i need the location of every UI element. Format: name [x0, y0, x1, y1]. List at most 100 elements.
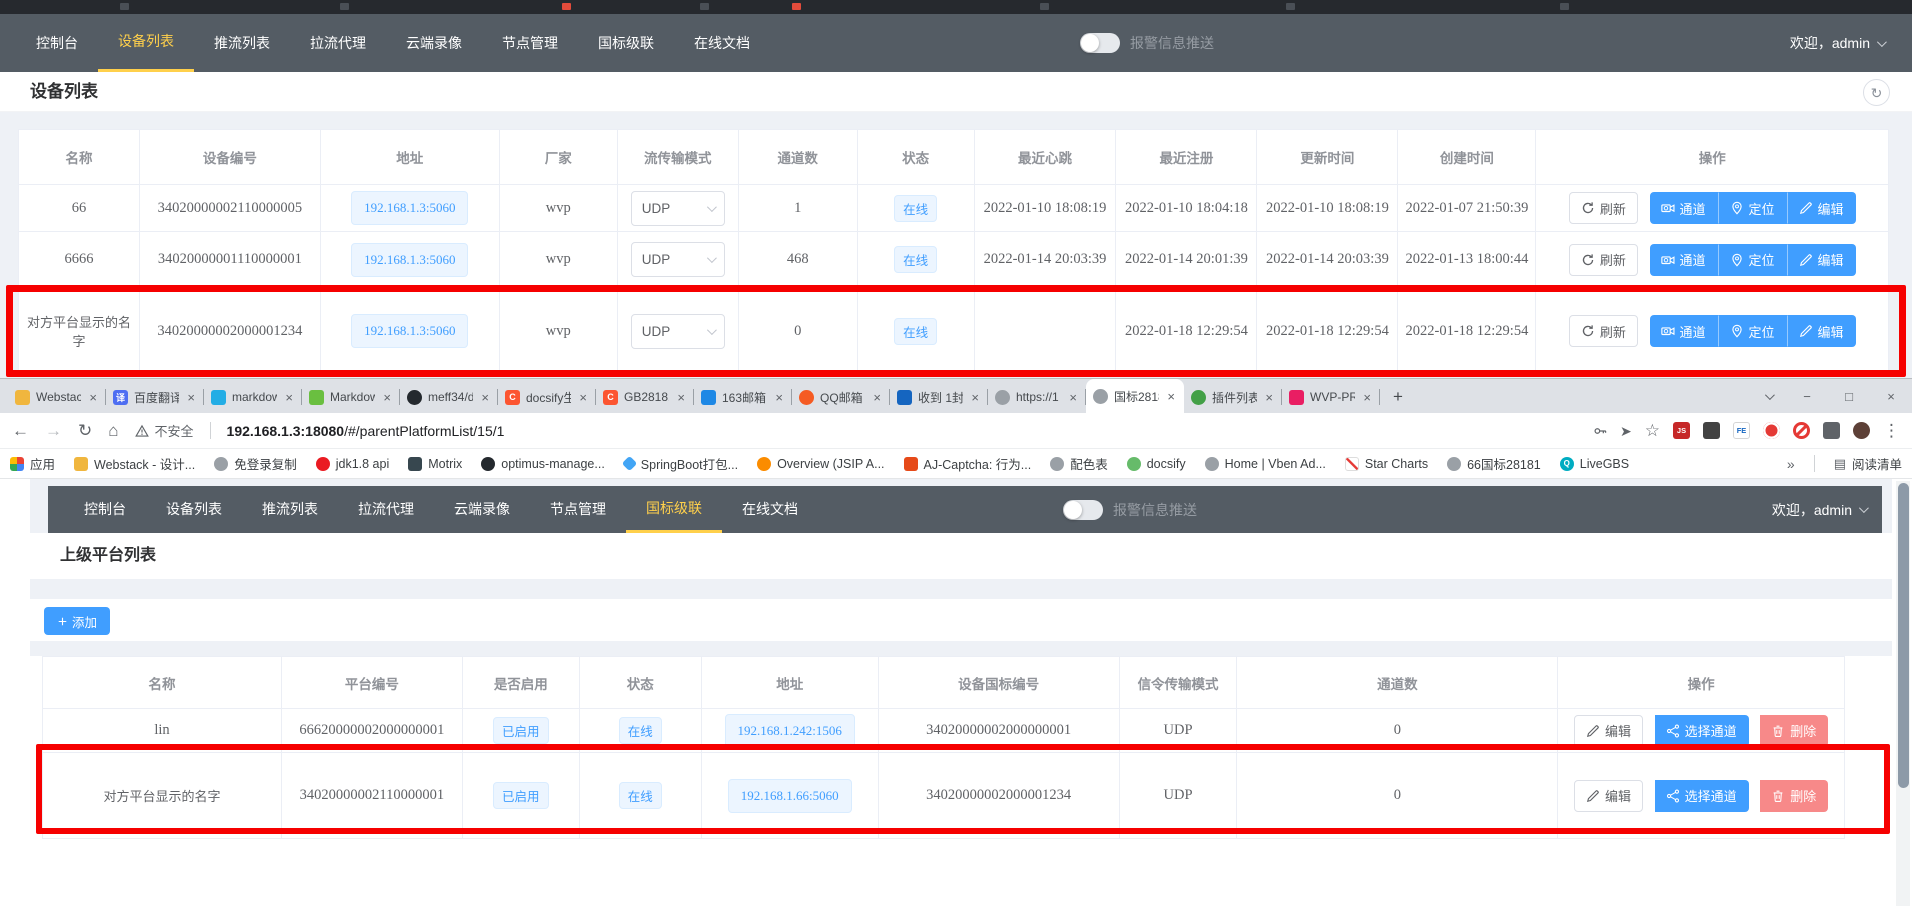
nav-tab-pull-proxy[interactable]: 拉流代理 — [338, 486, 434, 533]
edit-platform-button[interactable]: 编辑 — [1574, 715, 1643, 747]
bookmark-apps[interactable]: 应用 — [10, 454, 55, 473]
channels-button[interactable]: 通道 — [1650, 244, 1718, 276]
address-link[interactable]: 192.168.1.3:5060 — [351, 314, 468, 348]
nav-tab-online-docs[interactable]: 在线文档 — [722, 486, 818, 533]
tab-close-icon[interactable]: × — [185, 390, 197, 405]
nav-tab-node-manage[interactable]: 节点管理 — [530, 486, 626, 533]
browser-tab-github[interactable]: meff34/d× — [400, 381, 498, 413]
edit-platform-button[interactable]: 编辑 — [1574, 780, 1643, 812]
nav-tab-node-manage[interactable]: 节点管理 — [482, 14, 578, 72]
window-minimize-button[interactable]: − — [1786, 381, 1828, 411]
bookmark-jdk-api[interactable]: jdk1.8 api — [316, 457, 390, 471]
home-button[interactable]: ⌂ — [108, 422, 118, 439]
extension-adblock-icon[interactable] — [1793, 422, 1810, 439]
extension-dark-icon[interactable] — [1703, 422, 1720, 439]
tab-close-icon[interactable]: × — [479, 390, 491, 405]
refresh-device-button[interactable]: 刷新 — [1569, 244, 1638, 276]
refresh-device-button[interactable]: 刷新 — [1569, 192, 1638, 224]
bookmark-livegbs[interactable]: QLiveGBS — [1560, 457, 1629, 471]
extension-fehelper-icon[interactable]: FE — [1733, 422, 1750, 439]
bookmark-gb28181[interactable]: 66国标28181 — [1447, 454, 1541, 473]
delete-platform-button[interactable]: 删除 — [1760, 715, 1828, 747]
bookmark-copy[interactable]: 免登录复制 — [214, 454, 297, 473]
send-to-device-icon[interactable]: ➤ — [1620, 424, 1632, 438]
add-platform-button[interactable]: 添加 — [44, 607, 110, 635]
security-indicator[interactable]: 不安全 — [135, 421, 194, 440]
bookmark-aj-captcha[interactable]: AJ-Captcha: 行为... — [904, 454, 1032, 473]
nav-tab-pull-proxy[interactable]: 拉流代理 — [290, 14, 386, 72]
bookmark-vben[interactable]: Home | Vben Ad... — [1205, 457, 1326, 471]
bookmark-webstack[interactable]: Webstack - 设计... — [74, 454, 195, 473]
browser-menu-icon[interactable]: ⋮ — [1883, 422, 1900, 439]
tab-search-button[interactable] — [1744, 381, 1786, 411]
browser-tab-gb28181[interactable]: CGB28181× — [596, 381, 694, 413]
edit-device-button[interactable]: 编辑 — [1787, 315, 1856, 347]
tab-close-icon[interactable]: × — [577, 390, 589, 405]
nav-tab-cloud-record[interactable]: 云端录像 — [434, 486, 530, 533]
locate-button[interactable]: 定位 — [1718, 244, 1787, 276]
forward-button[interactable]: → — [45, 422, 62, 439]
extensions-puzzle-icon[interactable] — [1823, 422, 1840, 439]
browser-tab-webstack[interactable]: Webstack× — [8, 381, 106, 413]
tab-close-icon[interactable]: × — [283, 390, 295, 405]
alarm-push-toggle[interactable] — [1080, 33, 1120, 53]
browser-tab-inbox[interactable]: 收到 1封邮× — [890, 381, 988, 413]
nav-tab-console[interactable]: 控制台 — [16, 14, 98, 72]
nav-tab-gb-cascade[interactable]: 国标级联 — [578, 14, 674, 72]
window-close-button[interactable]: × — [1870, 381, 1912, 411]
browser-tab-plugin-list[interactable]: 插件列表× — [1184, 381, 1282, 413]
bookmark-optimus[interactable]: optimus-manage... — [481, 457, 605, 471]
user-menu[interactable]: 欢迎，admin — [1790, 33, 1884, 53]
bookmark-overview-jsip[interactable]: Overview (JSIP A... — [757, 457, 884, 471]
browser-tab-baidu-translate[interactable]: 译百度翻译× — [106, 381, 204, 413]
address-link[interactable]: 192.168.1.242:1506 — [725, 714, 855, 748]
address-bar[interactable]: 192.168.1.3:18080/#/parentPlatformList/1… — [227, 423, 505, 439]
nav-tab-console[interactable]: 控制台 — [64, 486, 146, 533]
browser-tab-https[interactable]: https://1× — [988, 381, 1086, 413]
stream-mode-select[interactable]: UDP — [631, 191, 725, 226]
back-button[interactable]: ← — [12, 422, 29, 439]
browser-tab-gb2818-active[interactable]: 国标2818× — [1086, 379, 1184, 413]
bookmark-docsify[interactable]: docsify — [1127, 457, 1186, 471]
delete-platform-button[interactable]: 删除 — [1760, 780, 1828, 812]
browser-tab-qq-mail[interactable]: QQ邮箱 -× — [792, 381, 890, 413]
tab-close-icon[interactable]: × — [871, 390, 883, 405]
refresh-page-button[interactable]: ↻ — [1863, 79, 1890, 106]
nav-tab-online-docs[interactable]: 在线文档 — [674, 14, 770, 72]
extension-js-icon[interactable]: JS — [1673, 422, 1690, 439]
nav-tab-cloud-record[interactable]: 云端录像 — [386, 14, 482, 72]
alarm-push-toggle[interactable] — [1063, 500, 1103, 520]
bookmark-star-icon[interactable]: ☆ — [1645, 422, 1660, 439]
edit-device-button[interactable]: 编辑 — [1787, 192, 1856, 224]
select-channel-button[interactable]: 选择通道 — [1655, 715, 1749, 747]
tab-close-icon[interactable]: × — [773, 390, 785, 405]
select-channel-button[interactable]: 选择通道 — [1655, 780, 1749, 812]
channels-button[interactable]: 通道 — [1650, 192, 1718, 224]
address-link[interactable]: 192.168.1.3:5060 — [351, 243, 468, 277]
tab-close-icon[interactable]: × — [87, 390, 99, 405]
refresh-device-button[interactable]: 刷新 — [1569, 315, 1638, 347]
tab-close-icon[interactable]: × — [1263, 390, 1275, 405]
user-menu[interactable]: 欢迎，admin — [1772, 500, 1866, 520]
stream-mode-select[interactable]: UDP — [631, 314, 725, 349]
profile-avatar[interactable] — [1853, 422, 1870, 439]
browser-tab-markdown2[interactable]: Markdow× — [302, 381, 400, 413]
address-link[interactable]: 192.168.1.3:5060 — [351, 191, 468, 225]
tab-close-icon[interactable]: × — [381, 390, 393, 405]
bookmark-motrix[interactable]: Motrix — [408, 457, 462, 471]
locate-button[interactable]: 定位 — [1718, 192, 1787, 224]
tab-close-icon[interactable]: × — [969, 390, 981, 405]
window-maximize-button[interactable]: □ — [1828, 381, 1870, 411]
nav-tab-device-list[interactable]: 设备列表 — [98, 14, 194, 72]
page-scrollbar[interactable] — [1896, 481, 1910, 906]
reload-button[interactable]: ↻ — [78, 422, 92, 439]
tab-close-icon[interactable]: × — [1067, 390, 1079, 405]
tab-close-icon[interactable]: × — [1361, 390, 1373, 405]
nav-tab-gb-cascade[interactable]: 国标级联 — [626, 486, 722, 533]
password-key-icon[interactable] — [1593, 424, 1607, 438]
bookmark-color-table[interactable]: 配色表 — [1050, 454, 1108, 473]
browser-tab-markdown[interactable]: markdow× — [204, 381, 302, 413]
nav-tab-push-list[interactable]: 推流列表 — [242, 486, 338, 533]
locate-button[interactable]: 定位 — [1718, 315, 1787, 347]
browser-tab-docsify[interactable]: Cdocsify生× — [498, 381, 596, 413]
